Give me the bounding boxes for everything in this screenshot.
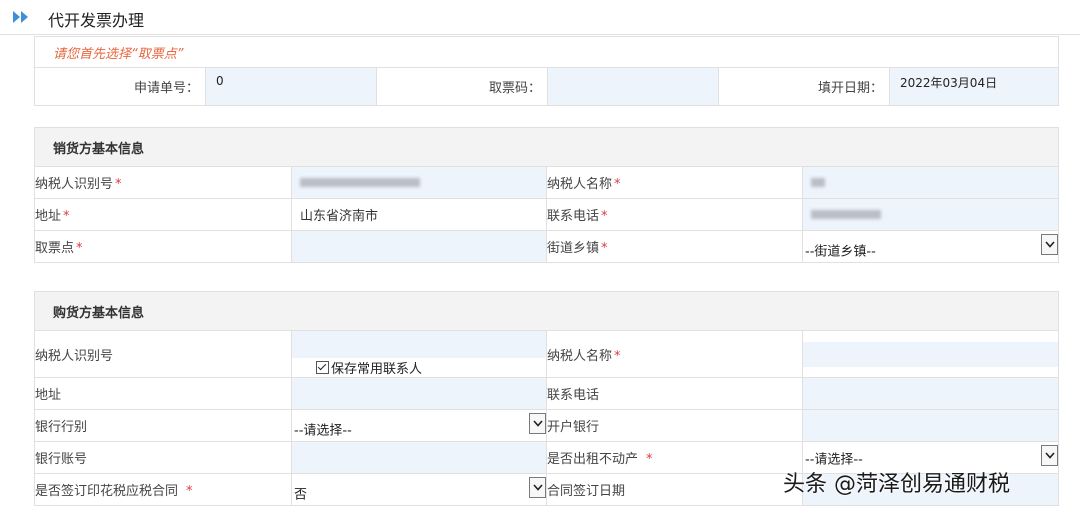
seller-phone-field[interactable] [801,198,1060,231]
account-label: 银行账号 [34,441,292,474]
buyer-taxpayer-id-cell: 保存常用联系人 [291,330,547,378]
seller-address-label: 地址 * [34,198,292,231]
bank-field[interactable] [801,409,1060,442]
rent-property-select-value: --请选择-- [805,452,863,467]
stamp-contract-select[interactable]: 否 [291,473,547,506]
buyer-address-label: 地址 [34,377,292,410]
application-no-field[interactable]: 0 [205,67,377,106]
bank-label: 开户银行 [546,409,803,442]
double-arrow-icon [13,11,28,23]
notice-text: 请您首先选择“取票点” [33,36,1060,68]
bank-type-select-value: --请选择-- [294,422,352,438]
chevron-down-icon[interactable] [1041,234,1058,255]
checkbox-checked-icon[interactable] [316,361,329,374]
street-select[interactable]: --街道乡镇-- [801,230,1060,263]
title-bar: 代开发票办理 [0,0,1080,35]
bank-type-select[interactable]: --请选择-- [291,409,547,442]
seller-taxpayer-name-label: 纳税人名称 * [546,166,803,199]
buyer-phone-field[interactable] [801,377,1060,410]
bank-type-label: 银行行别 [34,409,292,442]
rent-property-label: 是否出租不动产 * [546,441,803,474]
buyer-section-header: 购货方基本信息 [33,291,1060,331]
pickup-point-field[interactable] [291,230,547,263]
buyer-taxpayer-name-cell [801,330,1060,378]
seller-section-header: 销货方基本信息 [33,127,1060,167]
stamp-contract-select-value: 否 [294,486,308,502]
seller-taxpayer-id-field[interactable] [291,166,547,199]
chevron-down-icon[interactable] [529,477,546,498]
seller-address-field[interactable]: 山东省济南市 [291,198,547,231]
chevron-down-icon[interactable] [529,413,546,434]
buyer-taxpayer-name-label: 纳税人名称 * [546,330,803,378]
chevron-down-icon[interactable] [1041,445,1058,466]
page-title: 代开发票办理 [48,11,145,30]
pickup-code-label: 取票码： [376,67,548,106]
application-no-label: 申请单号： [34,67,206,106]
fill-date-field[interactable]: 2022年03月04日 [888,67,1060,106]
stamp-contract-label: 是否签订印花税应税合同 * [34,473,292,506]
account-field[interactable] [291,441,547,474]
buyer-address-field[interactable] [291,377,547,410]
application-info-table: 请您首先选择“取票点” 申请单号： 0 取票码： 填开日期： 2022年03月0… [33,36,1060,106]
street-select-value: --街道乡镇-- [805,243,876,259]
buyer-taxpayer-name-field[interactable] [803,341,1058,367]
save-contact-checkbox[interactable]: 保存常用联系人 [293,358,546,377]
pickup-code-field[interactable] [547,67,719,106]
seller-taxpayer-id-label: 纳税人识别号 * [34,166,292,199]
buyer-taxpayer-id-label: 纳税人识别号 [34,330,292,378]
seller-taxpayer-name-field[interactable] [801,166,1060,199]
fill-date-label: 填开日期： [718,67,890,106]
seller-phone-label: 联系电话 * [546,198,803,231]
buyer-phone-label: 联系电话 [546,377,803,410]
pickup-point-label: 取票点 * [34,230,292,263]
street-label: 街道乡镇 * [546,230,803,263]
contract-date-label: 合同签订日期 [546,473,803,506]
seller-info-table: 销货方基本信息 纳税人识别号 * 纳税人名称 * 地址 * 山东省济南市 联系电话 * … [33,127,1060,263]
buyer-taxpayer-id-field[interactable] [292,331,546,358]
watermark-text: 头条 @菏泽创易通财税 [783,472,1010,497]
